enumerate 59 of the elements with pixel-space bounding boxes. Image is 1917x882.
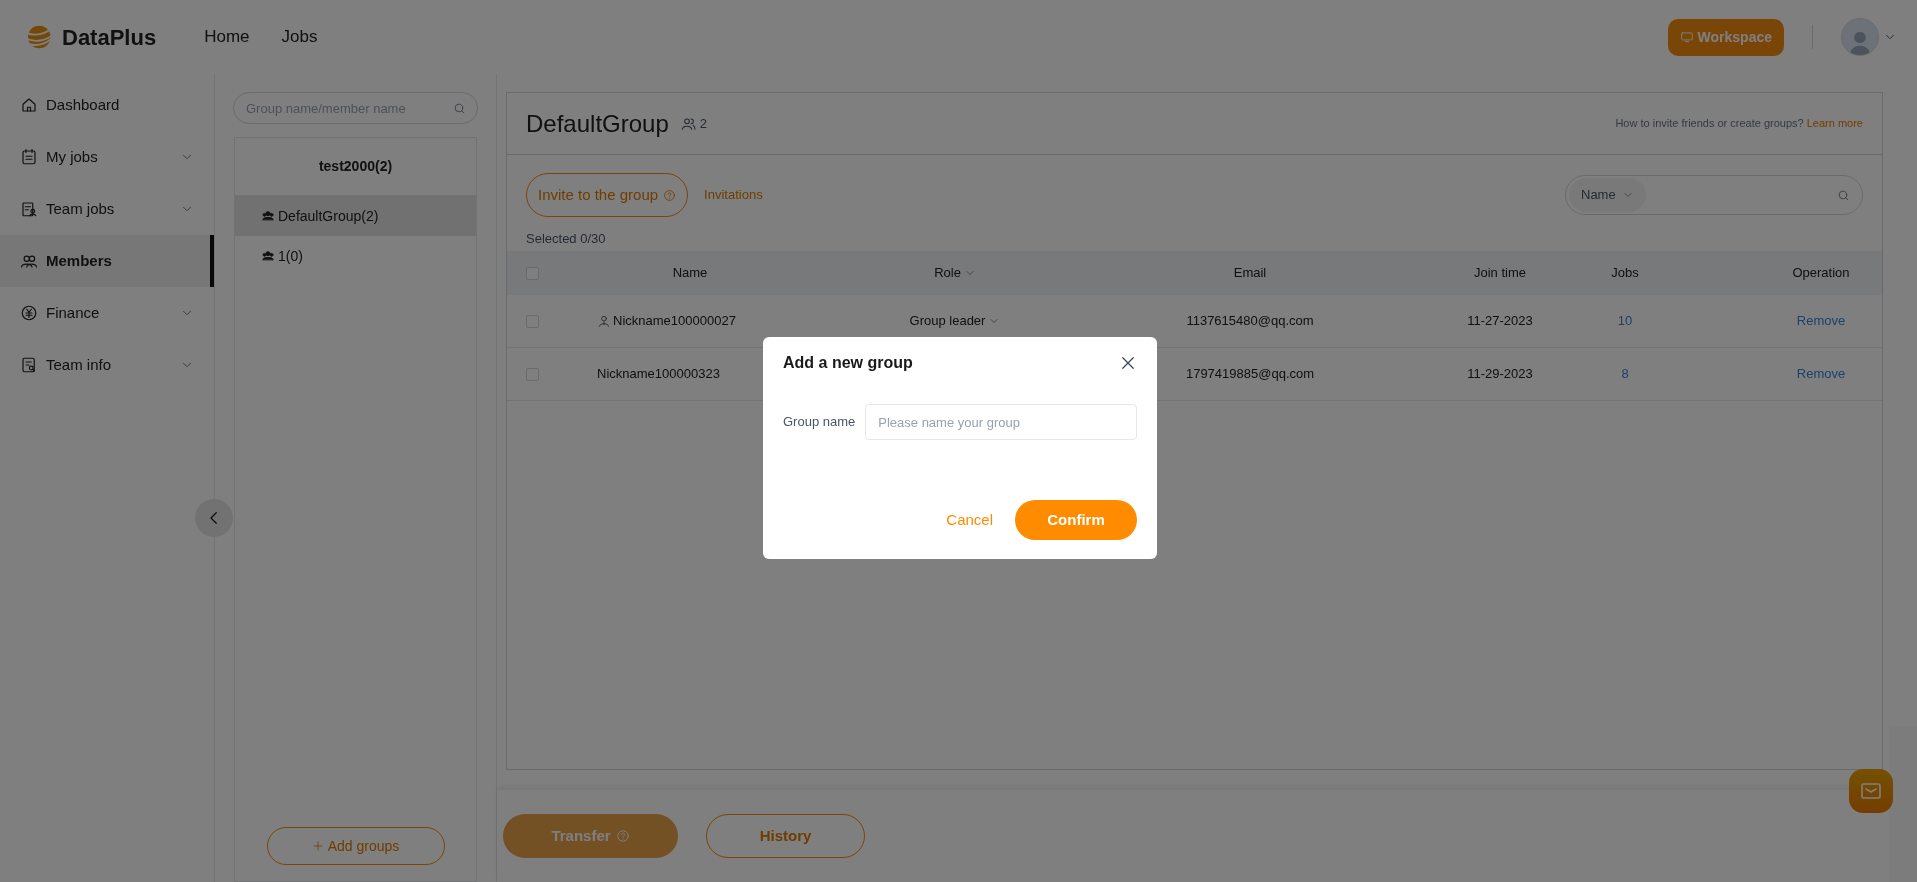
column-header: Name <box>672 264 708 283</box>
table-cell-text: 1137615480@qq.com <box>1186 312 1314 331</box>
column-header[interactable]: Role <box>934 263 961 283</box>
table-cell-text: 1797419885@qq.com <box>1185 365 1315 384</box>
field-label: Group name <box>783 413 856 432</box>
brand-name: DataPlus <box>62 23 157 52</box>
avatar[interactable] <box>1841 18 1879 56</box>
column-header: Jobs <box>1611 264 1639 283</box>
group-item[interactable]: DefaultGroup(2) <box>235 196 476 236</box>
help-circle-icon <box>615 829 630 843</box>
confirm-button[interactable]: Confirm <box>1015 500 1137 540</box>
member-count: 2 <box>699 114 707 133</box>
nav-link[interactable]: Jobs <box>281 24 318 50</box>
remove-link[interactable]: Remove <box>1796 364 1846 384</box>
coin-icon <box>20 304 38 322</box>
job-count-link[interactable]: 10 <box>1617 311 1633 331</box>
sidebar-item[interactable]: Team info <box>0 339 214 391</box>
remove-link[interactable]: Remove <box>1796 311 1846 331</box>
mail-button[interactable] <box>1849 769 1893 813</box>
selected-count: Selected 0/30 <box>525 230 607 249</box>
people-icon <box>680 115 697 132</box>
sidebar-item[interactable]: Team jobs <box>0 183 214 235</box>
nav-link[interactable]: Home <box>204 24 250 50</box>
plus-icon <box>311 840 324 852</box>
column-header: Join time <box>1474 264 1526 283</box>
dialog-title: Add a new group <box>783 353 914 373</box>
learn-more-link[interactable]: Learn more <box>1806 115 1863 132</box>
column-header: Operation <box>1792 264 1850 283</box>
close-button[interactable] <box>1119 354 1137 372</box>
search-icon <box>453 102 466 115</box>
group-icon <box>261 209 275 223</box>
house-icon <box>20 96 38 114</box>
table-cell-text: 11-29-2023 <box>1467 365 1533 384</box>
sidebar-item[interactable]: Finance <box>0 287 214 339</box>
monitor-icon <box>1679 30 1694 44</box>
cancel-button[interactable]: Cancel <box>946 508 993 532</box>
document-search-icon <box>20 356 38 374</box>
column-header: Email <box>1233 264 1267 283</box>
sidebar-item[interactable]: My jobs <box>0 131 214 183</box>
calendar-icon <box>20 148 38 166</box>
job-count-link[interactable]: 8 <box>1621 364 1629 384</box>
table-cell-text: Nickname100000027 <box>613 312 736 331</box>
team-name: test2000(2) <box>318 157 393 176</box>
help-circle-icon <box>663 188 677 202</box>
table-cell-text: 11-27-2023 <box>1467 312 1533 331</box>
sidebar-item[interactable]: Dashboard <box>0 79 214 131</box>
search-icon <box>1837 188 1850 202</box>
workspace-button[interactable]: Workspace <box>1667 18 1784 56</box>
table-cell-text: Nickname100000323 <box>597 365 720 384</box>
sidebar-item[interactable]: Members <box>0 235 214 287</box>
collapse-button[interactable] <box>195 499 233 537</box>
role-selector[interactable]: Group leader <box>909 311 986 331</box>
group-title: DefaultGroup <box>526 108 669 139</box>
group-name-field[interactable]: Please name your group <box>865 404 1137 440</box>
invitations-link[interactable]: Invitations <box>704 185 763 205</box>
help-text: How to invite friends or create groups? <box>1615 116 1804 132</box>
task-list-icon <box>20 200 38 218</box>
group-icon <box>261 249 275 263</box>
close-icon <box>1119 354 1137 372</box>
